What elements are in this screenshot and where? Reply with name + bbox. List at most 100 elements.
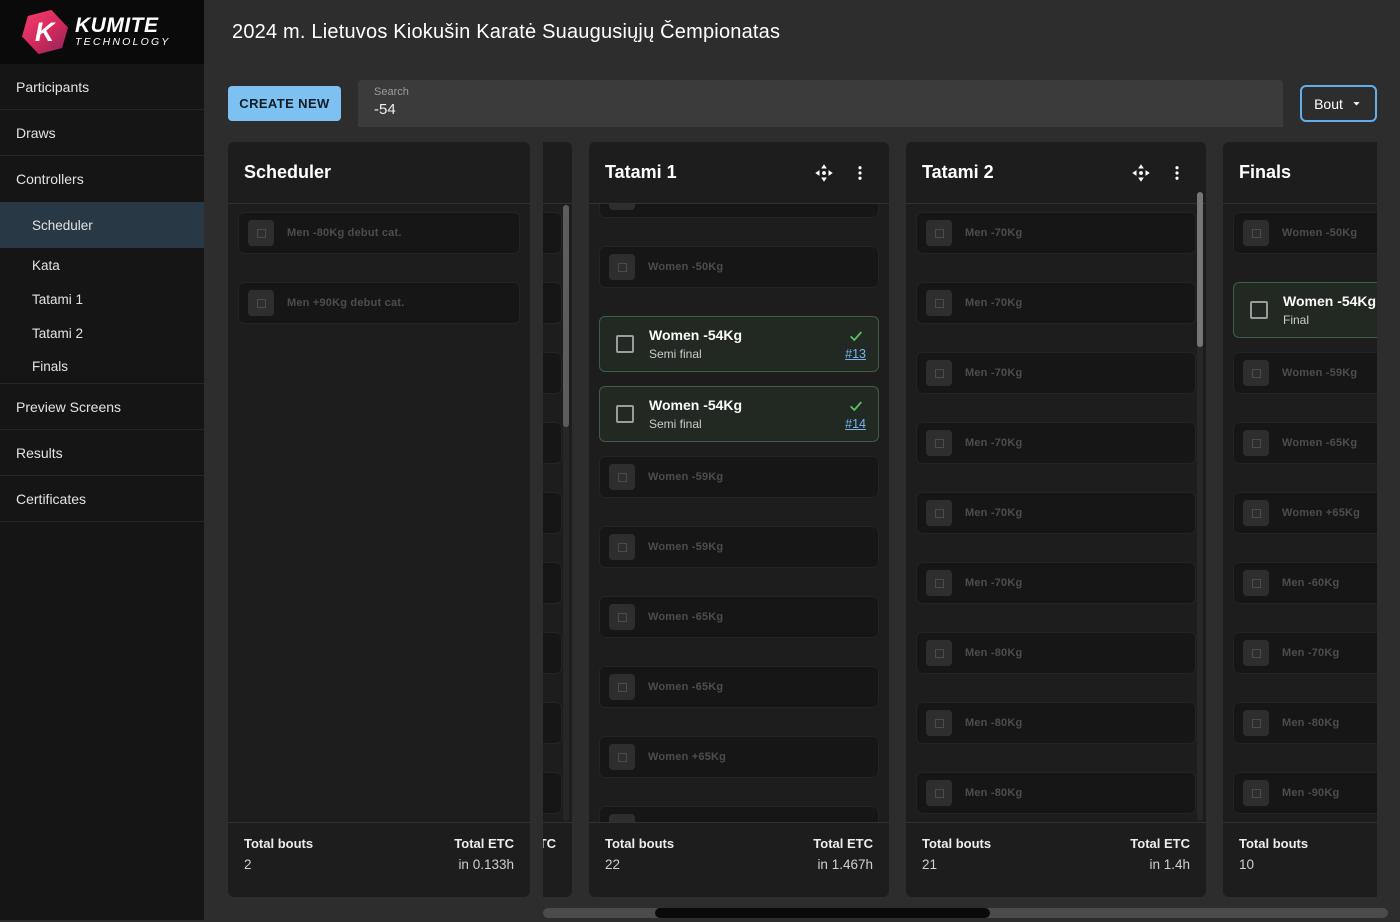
- bout-card-dimmed[interactable]: Men -80Kg: [916, 702, 1196, 744]
- bout-card-dimmed[interactable]: [543, 492, 562, 534]
- brand-hexagon-icon: K: [18, 4, 71, 60]
- bout-card-icon: [926, 780, 952, 806]
- bout-card-dimmed[interactable]: Men -90Kg: [1233, 772, 1377, 814]
- sidebar-item-kata[interactable]: Kata: [0, 248, 204, 282]
- bout-card-dimmed[interactable]: Women -50Kg: [1233, 212, 1377, 254]
- bout-card-dimmed[interactable]: Women -50Kg: [599, 246, 879, 288]
- bout-category-label: Men -60Kg: [1282, 577, 1339, 589]
- bout-card-dimmed[interactable]: Women -59Kg: [1233, 352, 1377, 394]
- search-label: Search: [374, 86, 1267, 98]
- sidebar-item-scheduler[interactable]: Scheduler: [0, 202, 204, 248]
- bout-number-link[interactable]: #14: [845, 417, 866, 431]
- bout-checkbox[interactable]: [616, 335, 634, 353]
- column-menu-button[interactable]: [1166, 162, 1188, 184]
- bout-card-dimmed[interactable]: Men -70Kg: [1233, 632, 1377, 674]
- bout-category-label: Men -80Kg debut cat.: [287, 227, 402, 239]
- bout-card-dimmed[interactable]: [543, 562, 562, 604]
- sidebar-item-finals[interactable]: Finals: [0, 350, 204, 384]
- vertical-scrollbar-thumb[interactable]: [563, 205, 569, 427]
- bout-card-dimmed[interactable]: Men -80Kg: [916, 772, 1196, 814]
- sidebar-nav: ParticipantsDrawsControllersSchedulerKat…: [0, 64, 204, 522]
- bout-card-dimmed[interactable]: Women -65Kg: [599, 666, 879, 708]
- bout-card-icon-glyph: [257, 299, 266, 308]
- bout-category-label: Men -70Kg: [965, 227, 1022, 239]
- column-scrolled-out-column: Total ETC: [543, 142, 572, 897]
- bout-card-dimmed[interactable]: [599, 806, 879, 822]
- bout-category-label: Men -70Kg: [965, 577, 1022, 589]
- sidebar-item-tatami-2[interactable]: Tatami 2: [0, 316, 204, 350]
- horizontal-scrollbar-thumb[interactable]: [655, 908, 990, 918]
- bout-category-label: Men +90Kg debut cat.: [287, 297, 404, 309]
- sidebar-item-results[interactable]: Results: [0, 430, 204, 476]
- bout-card-dimmed[interactable]: Men -60Kg: [1233, 562, 1377, 604]
- sidebar-item-preview-screens[interactable]: Preview Screens: [0, 384, 204, 430]
- sidebar-item-draws[interactable]: Draws: [0, 110, 204, 156]
- bout-card-dimmed[interactable]: Men -70Kg: [916, 212, 1196, 254]
- sidebar-item-participants[interactable]: Participants: [0, 64, 204, 110]
- column-header-tatami-1: Tatami 1: [589, 142, 889, 204]
- column-header-scrolled-out-column: [543, 142, 572, 204]
- bout-card-dimmed[interactable]: Men -80Kg: [1233, 702, 1377, 744]
- bout-category-label: Men -80Kg: [965, 647, 1022, 659]
- bout-card-dimmed[interactable]: [543, 352, 562, 394]
- bout-card-icon-glyph: [1252, 649, 1261, 658]
- bout-checkbox[interactable]: [616, 405, 634, 423]
- column-title: Tatami 2: [922, 162, 1130, 183]
- search-input[interactable]: [374, 98, 1267, 118]
- move-icon: [814, 163, 834, 183]
- create-new-button[interactable]: CREATE NEW: [228, 86, 341, 121]
- bout-card-icon: [926, 360, 952, 386]
- bout-card-dimmed[interactable]: Men -70Kg: [916, 352, 1196, 394]
- search-field[interactable]: Search: [358, 80, 1283, 127]
- bout-card-highlighted[interactable]: Women -54KgSemi final#14: [599, 386, 879, 442]
- brand-tagline: TECHNOLOGY: [75, 36, 171, 48]
- column-footer: Total bouts22Total ETCin 1.467h: [589, 822, 889, 897]
- bout-card-dimmed[interactable]: Men +90Kg debut cat.: [238, 282, 520, 324]
- bout-card-dimmed[interactable]: [543, 632, 562, 674]
- bout-card-dimmed[interactable]: Women +65Kg: [1233, 492, 1377, 534]
- bout-card-dimmed[interactable]: Women -65Kg: [599, 596, 879, 638]
- bout-card-highlighted[interactable]: Women -54KgFinal: [1233, 282, 1377, 338]
- move-column-button[interactable]: [1130, 162, 1152, 184]
- bout-card-icon-glyph: [935, 509, 944, 518]
- sidebar-item-controllers[interactable]: Controllers: [0, 156, 204, 202]
- bout-checkbox[interactable]: [1250, 301, 1268, 319]
- bout-card-dimmed[interactable]: Women +65Kg: [599, 736, 879, 778]
- column-menu-button[interactable]: [849, 162, 871, 184]
- bout-card-icon-glyph: [618, 543, 627, 552]
- footer-total-etc: Total ETC: [543, 836, 556, 897]
- sidebar-item-tatami-1[interactable]: Tatami 1: [0, 282, 204, 316]
- bout-card-dimmed[interactable]: [543, 702, 562, 744]
- bout-card-dimmed[interactable]: [599, 204, 879, 218]
- bout-card-dimmed[interactable]: Men -80Kg: [916, 632, 1196, 674]
- sidebar-item-certificates[interactable]: Certificates: [0, 476, 204, 522]
- bout-number-link[interactable]: #13: [845, 347, 866, 361]
- horizontal-scrollbar[interactable]: [543, 908, 1388, 918]
- bout-card-icon: [926, 430, 952, 456]
- bout-card-dimmed[interactable]: [543, 772, 562, 814]
- bout-card-dimmed[interactable]: [543, 282, 562, 324]
- bout-card-dimmed[interactable]: Women -59Kg: [599, 526, 879, 568]
- bout-card-dimmed[interactable]: Men -80Kg debut cat.: [238, 212, 520, 254]
- bout-card-icon: [926, 500, 952, 526]
- done-check-icon: [846, 328, 866, 344]
- footer-total-etc: Total ETCin 0.133h: [454, 836, 514, 897]
- bout-category-label: Men -90Kg: [1282, 787, 1339, 799]
- move-column-button[interactable]: [813, 162, 835, 184]
- bout-card-dimmed[interactable]: Men -70Kg: [916, 562, 1196, 604]
- bout-card-dimmed[interactable]: Men -70Kg: [916, 282, 1196, 324]
- bout-card-dimmed[interactable]: Men -70Kg: [916, 422, 1196, 464]
- total-bouts-value: 21: [922, 857, 991, 872]
- column-tatami-2: Tatami 2 Men -70Kg Men -70Kg Men -70Kg Men -…: [906, 142, 1206, 897]
- bout-card-dimmed[interactable]: [543, 212, 562, 254]
- bout-card-dimmed[interactable]: Women -59Kg: [599, 456, 879, 498]
- bout-card-dimmed[interactable]: Men -70Kg: [916, 492, 1196, 534]
- bout-category-title: Women -54Kg: [649, 327, 845, 343]
- bout-card-dimmed[interactable]: Women -65Kg: [1233, 422, 1377, 464]
- bout-category-label: Men -70Kg: [965, 437, 1022, 449]
- bout-filter-dropdown[interactable]: Bout: [1300, 85, 1377, 122]
- bout-card-dimmed[interactable]: [543, 422, 562, 464]
- bout-card-highlighted[interactable]: Women -54KgSemi final#13: [599, 316, 879, 372]
- vertical-scrollbar-thumb[interactable]: [1197, 192, 1203, 347]
- total-bouts-label: Total bouts: [605, 836, 674, 851]
